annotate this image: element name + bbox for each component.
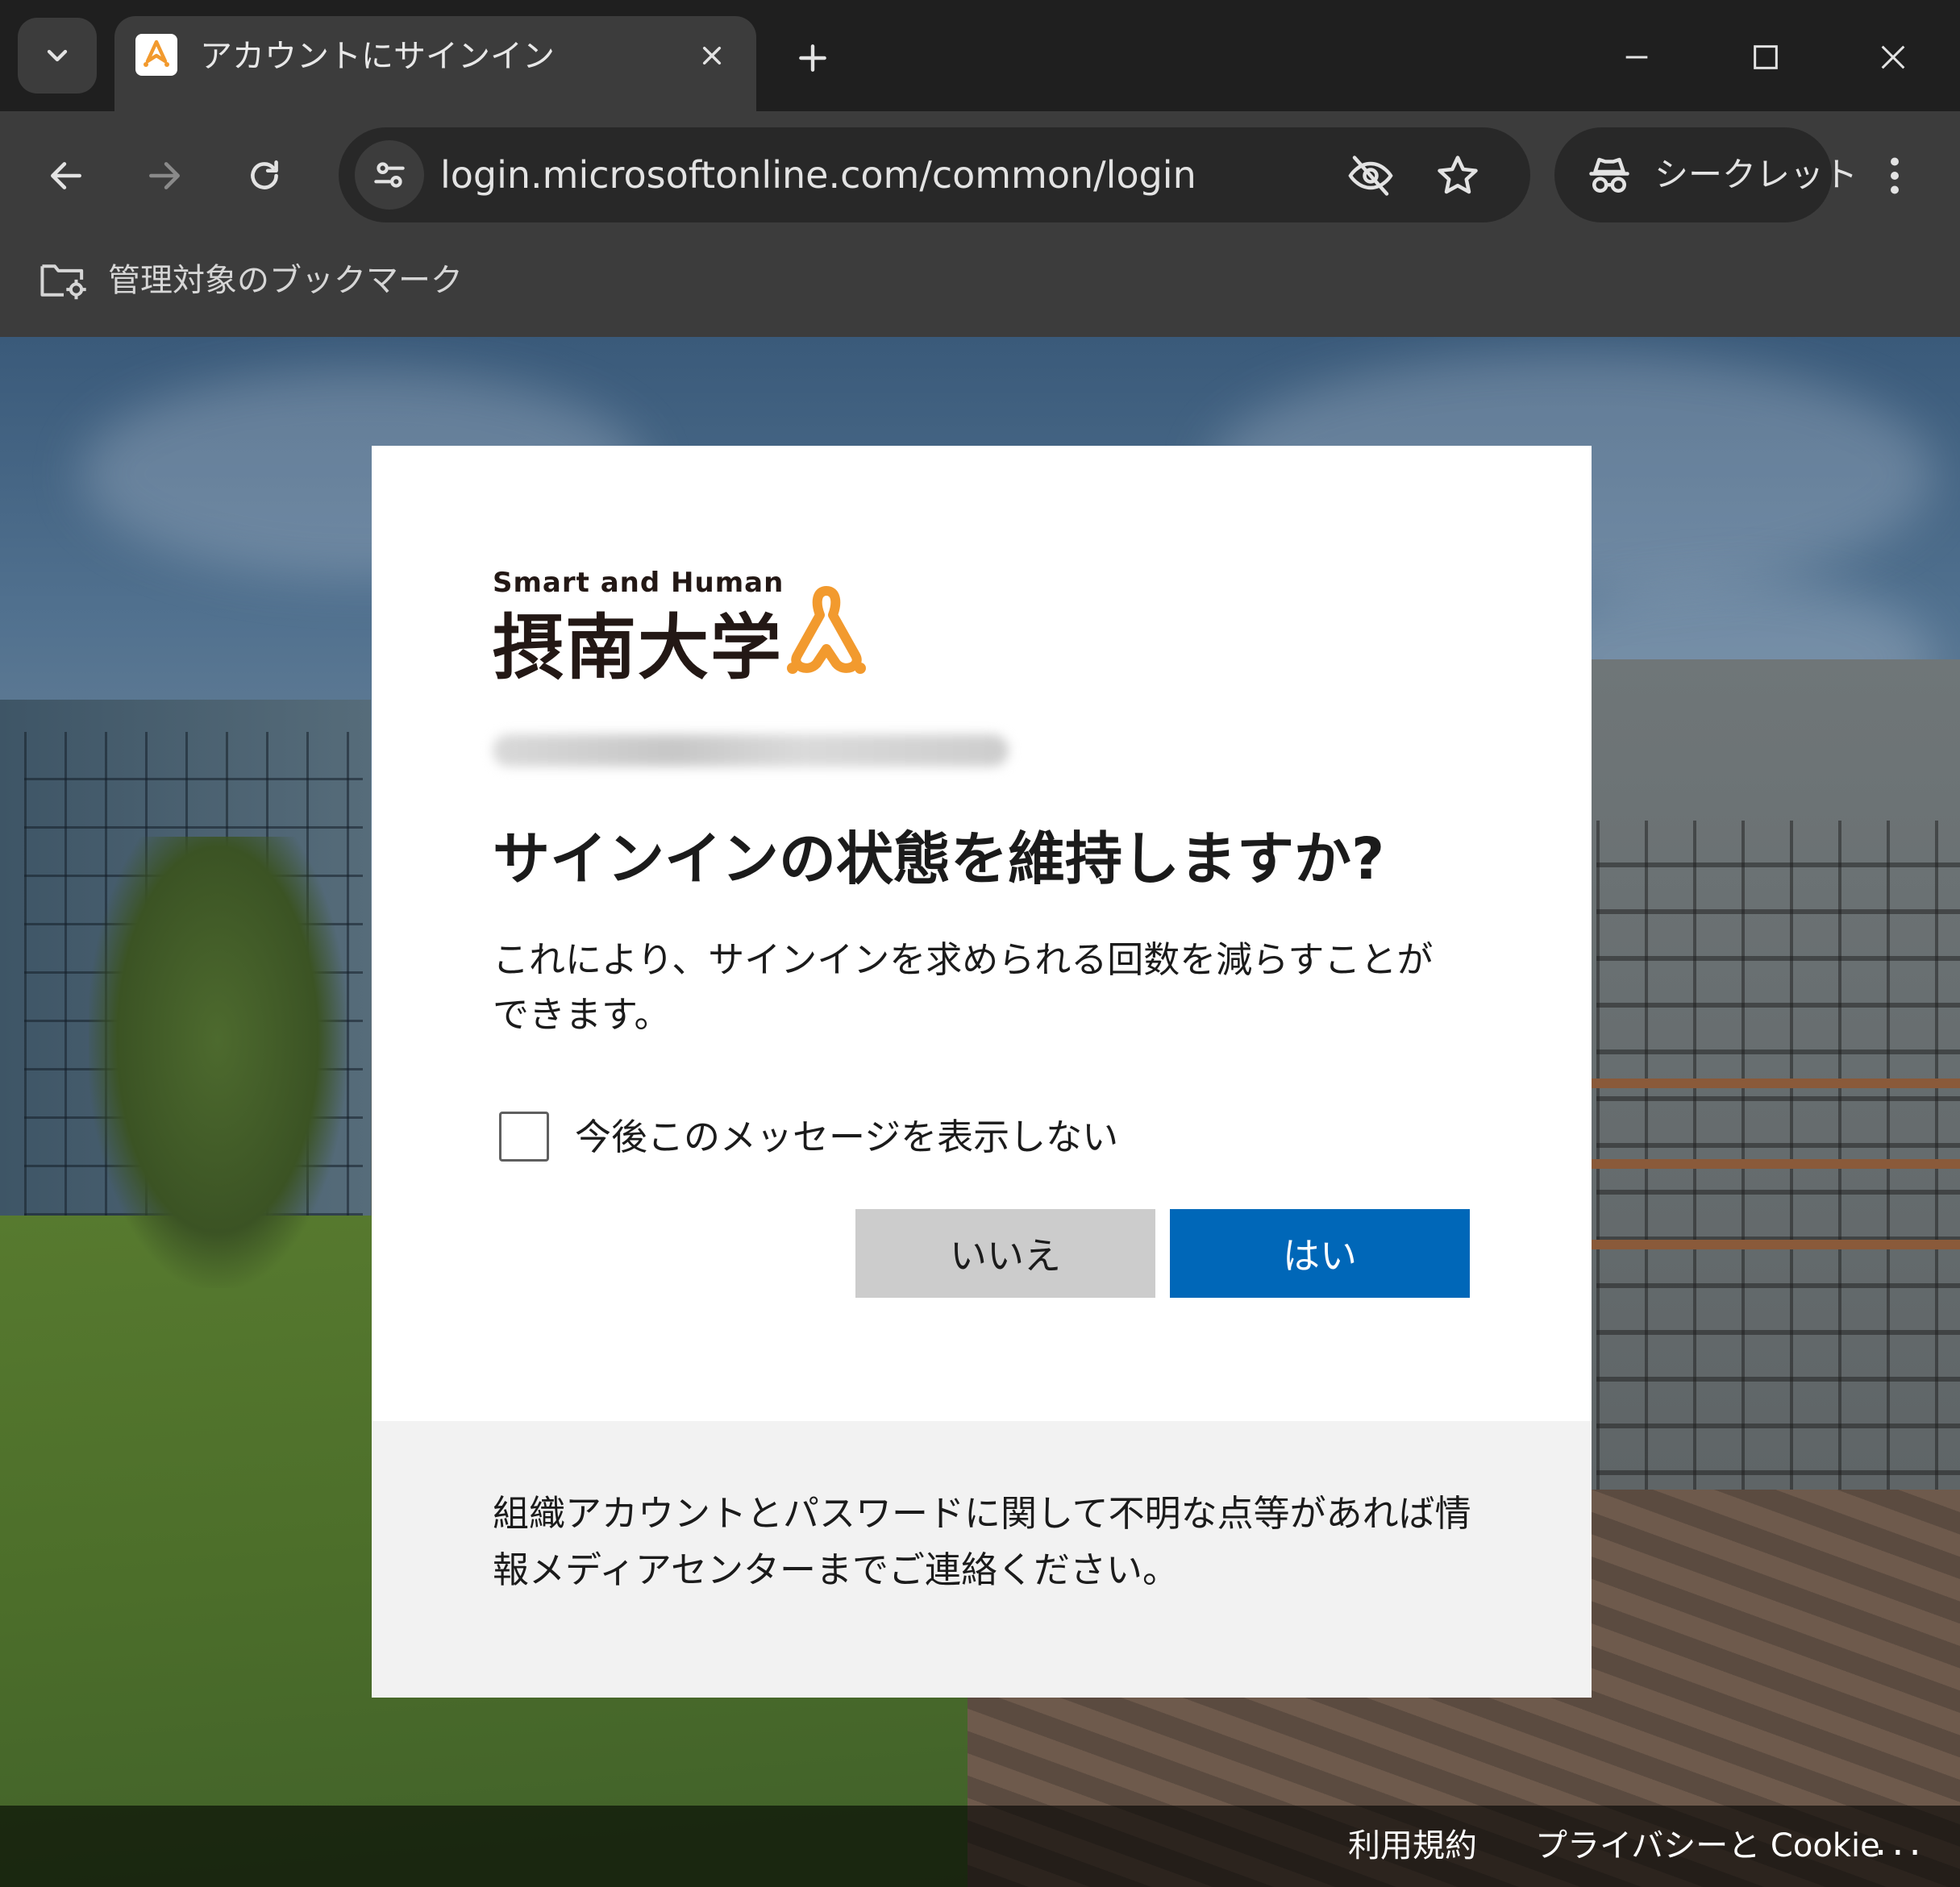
site-info-button[interactable]: [355, 140, 424, 210]
bookmark-star-button[interactable]: [1434, 152, 1482, 200]
page-footer: 利用規約 プライバシーと Cookie ...: [0, 1806, 1960, 1887]
address-bar[interactable]: login.microsoftonline.com/common/login: [339, 127, 1530, 222]
forward-button[interactable]: [132, 143, 197, 208]
maximize-icon: [1754, 45, 1778, 69]
logo-name: 摂南大学: [493, 606, 784, 689]
tab-strip: アカウントにサインイン: [0, 0, 1960, 117]
arrow-left-icon: [51, 162, 81, 189]
tracking-protection-button[interactable]: [1346, 152, 1395, 200]
dialog-footer: 組織アカウントとパスワードに関して不明な点等があれば情報メディアセンターまでご連…: [372, 1421, 1592, 1698]
dialog-description: これにより、サインインを求められる回数を減らすことができます。: [493, 938, 1434, 1036]
eye-off-icon: [1348, 156, 1393, 196]
incognito-label: シークレット: [1654, 155, 1858, 194]
no-button[interactable]: いいえ: [855, 1209, 1155, 1298]
plus-icon: [799, 44, 826, 72]
reload-icon: [251, 160, 278, 189]
campus-tree: [89, 837, 347, 1288]
tune-icon: [374, 162, 405, 188]
url-text[interactable]: login.microsoftonline.com/common/login: [440, 127, 1196, 222]
tab-search-button[interactable]: [18, 18, 97, 94]
managed-folder-icon[interactable]: [39, 258, 89, 303]
close-icon: [702, 46, 722, 65]
dialog-title: サインインの状態を維持しますか?: [493, 825, 1385, 892]
dialog-footer-text: 組織アカウントとパスワードに関して不明な点等があれば情報メディアセンターまでご連…: [493, 1492, 1471, 1591]
kmsi-dialog: Smart and Human 摂南大学 サインインの状態を維持しますか? これ…: [372, 446, 1592, 1698]
setsunan-logo-icon: [787, 586, 866, 674]
active-tab[interactable]: アカウントにサインイン: [114, 16, 756, 117]
incognito-icon: [1585, 152, 1633, 200]
dont-show-again-checkbox[interactable]: [499, 1112, 549, 1162]
dont-show-again-label[interactable]: 今後このメッセージを表示しない: [575, 1105, 1118, 1170]
reload-button[interactable]: [232, 143, 297, 208]
tab-title: アカウントにサインイン: [200, 38, 555, 75]
campus-building-right: [1580, 659, 1960, 1627]
browser-menu-button[interactable]: [1871, 143, 1919, 208]
back-button[interactable]: [34, 143, 98, 208]
maximize-button[interactable]: [1733, 29, 1798, 85]
tab-close-button[interactable]: [692, 35, 732, 76]
university-logo: Smart and Human 摂南大学: [493, 567, 912, 689]
minimize-button[interactable]: [1604, 29, 1669, 85]
setsunan-logo-icon: [135, 34, 177, 76]
new-tab-button[interactable]: [790, 35, 835, 81]
incognito-indicator[interactable]: シークレット: [1554, 127, 1858, 222]
more-options-button[interactable]: ...: [1875, 1806, 1926, 1878]
privacy-cookie-link[interactable]: プライバシーと Cookie: [1535, 1806, 1880, 1886]
chevron-down-icon: [47, 49, 68, 62]
managed-bookmarks-label[interactable]: 管理対象のブックマーク: [108, 248, 463, 313]
browser-toolbar: login.microsoftonline.com/common/login シ…: [0, 111, 1960, 337]
arrow-right-icon: [149, 162, 180, 189]
yes-button[interactable]: はい: [1170, 1209, 1470, 1298]
more-vertical-icon: [1891, 157, 1899, 194]
star-icon: [1438, 156, 1478, 194]
account-email-blurred: [493, 734, 1009, 767]
terms-link[interactable]: 利用規約: [1348, 1806, 1477, 1886]
close-icon: [1881, 45, 1905, 69]
window-close-button[interactable]: [1861, 29, 1925, 85]
minimize-icon: [1625, 56, 1648, 59]
